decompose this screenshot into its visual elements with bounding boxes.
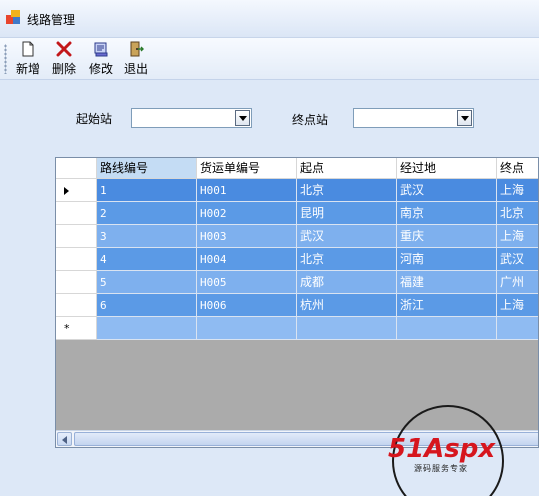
cell-waybill-id[interactable]: H004: [197, 248, 297, 271]
end-station-label: 终点站: [292, 113, 329, 127]
cell-route-id[interactable]: 3: [97, 225, 197, 248]
edit-button[interactable]: 修改: [86, 41, 116, 79]
cell-origin[interactable]: 武汉: [297, 225, 397, 248]
edit-button-label: 修改: [88, 62, 113, 76]
grid-header: 路线编号 货运单编号 起点 经过地 终点: [56, 158, 538, 179]
column-header-via[interactable]: 经过地: [397, 158, 497, 179]
main-window: 线路管理 新增 删除 修改 退出 起始站 终点站 路线编号 货运单编号 起点 经…: [0, 0, 539, 496]
table-row[interactable]: 5 H005 成都 福建 广州: [97, 271, 538, 294]
table-row[interactable]: 4 H004 北京 河南 武汉: [97, 248, 538, 271]
corner-header[interactable]: [56, 158, 97, 179]
new-button-label: 新增: [15, 62, 40, 76]
watermark-logo: 51Aspx 源码服务专家: [388, 405, 504, 496]
cell-route-id[interactable]: 2: [97, 202, 197, 225]
table-row[interactable]: 1 H001 北京 武汉 上海: [97, 179, 538, 202]
toolbar-grip[interactable]: [4, 44, 7, 74]
column-header-origin[interactable]: 起点: [297, 158, 397, 179]
cell-via[interactable]: 武汉: [397, 179, 497, 202]
new-row-marker: *: [64, 322, 70, 335]
new-file-icon: [22, 41, 34, 57]
new-cell-route-id[interactable]: [97, 317, 197, 340]
row-header[interactable]: [56, 271, 97, 294]
delete-button[interactable]: 删除: [49, 41, 79, 79]
table-row[interactable]: 3 H003 武汉 重庆 上海: [97, 225, 538, 248]
cell-destination[interactable]: 广州: [497, 271, 538, 294]
new-cell-destination[interactable]: [497, 317, 538, 340]
column-header-route-id[interactable]: 路线编号: [97, 158, 197, 179]
toolbar: 新增 删除 修改 退出: [0, 38, 539, 80]
new-button[interactable]: 新增: [13, 41, 43, 79]
cell-via[interactable]: 南京: [397, 202, 497, 225]
row-header[interactable]: [56, 202, 97, 225]
start-station-select[interactable]: [131, 108, 252, 128]
chevron-down-icon[interactable]: [235, 110, 250, 126]
cell-origin[interactable]: 杭州: [297, 294, 397, 317]
exit-button[interactable]: 退出: [121, 41, 151, 79]
cell-via[interactable]: 福建: [397, 271, 497, 294]
cell-via[interactable]: 重庆: [397, 225, 497, 248]
new-cell-via[interactable]: [397, 317, 497, 340]
cell-waybill-id[interactable]: H001: [197, 179, 297, 202]
end-station-select[interactable]: [353, 108, 474, 128]
new-cell-origin[interactable]: [297, 317, 397, 340]
current-row-arrow-icon: [64, 187, 69, 195]
cell-route-id[interactable]: 5: [97, 271, 197, 294]
watermark-slogan: 源码服务专家: [414, 463, 468, 473]
cell-waybill-id[interactable]: H006: [197, 294, 297, 317]
cell-route-id[interactable]: 6: [97, 294, 197, 317]
new-row[interactable]: [97, 317, 538, 340]
cell-via[interactable]: 河南: [397, 248, 497, 271]
start-station-label: 起始站: [76, 112, 113, 126]
cell-waybill-id[interactable]: H002: [197, 202, 297, 225]
window-title: 线路管理: [27, 13, 76, 27]
watermark-brand: 51Aspx: [388, 434, 496, 464]
cell-destination[interactable]: 北京: [497, 202, 538, 225]
exit-button-label: 退出: [123, 62, 148, 76]
row-header[interactable]: [56, 225, 97, 248]
cell-destination[interactable]: 上海: [497, 294, 538, 317]
cell-via[interactable]: 浙江: [397, 294, 497, 317]
cell-route-id[interactable]: 4: [97, 248, 197, 271]
cell-origin[interactable]: 成都: [297, 271, 397, 294]
column-header-destination[interactable]: 终点: [497, 158, 538, 179]
table-row[interactable]: 2 H002 昆明 南京 北京: [97, 202, 538, 225]
row-header[interactable]: [56, 179, 97, 202]
cell-destination[interactable]: 上海: [497, 179, 538, 202]
column-header-waybill-id[interactable]: 货运单编号: [197, 158, 297, 179]
app-icon: [6, 10, 22, 24]
title-bar: 线路管理: [0, 0, 539, 38]
chevron-down-icon[interactable]: [457, 110, 472, 126]
table-row[interactable]: 6 H006 杭州 浙江 上海: [97, 294, 538, 317]
new-cell-waybill-id[interactable]: [197, 317, 297, 340]
cell-destination[interactable]: 上海: [497, 225, 538, 248]
delete-x-icon: [56, 41, 72, 57]
cell-origin[interactable]: 北京: [297, 248, 397, 271]
cell-route-id[interactable]: 1: [97, 179, 197, 202]
cell-origin[interactable]: 昆明: [297, 202, 397, 225]
cell-waybill-id[interactable]: H003: [197, 225, 297, 248]
cell-origin[interactable]: 北京: [297, 179, 397, 202]
cell-waybill-id[interactable]: H005: [197, 271, 297, 294]
new-row-header[interactable]: *: [56, 317, 97, 340]
cell-destination[interactable]: 武汉: [497, 248, 538, 271]
row-header[interactable]: [56, 294, 97, 317]
edit-icon: [94, 42, 108, 57]
scroll-left-icon[interactable]: [57, 432, 72, 446]
exit-door-icon: [130, 41, 144, 57]
row-header[interactable]: [56, 248, 97, 271]
delete-button-label: 删除: [51, 62, 76, 76]
